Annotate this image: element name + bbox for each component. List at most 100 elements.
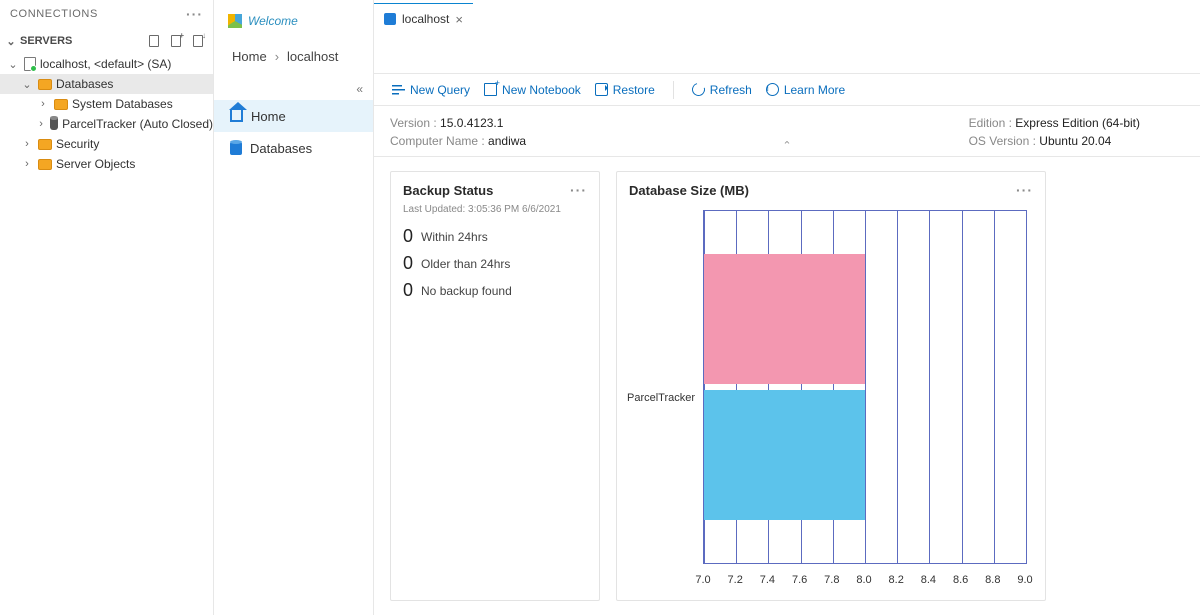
tree-security[interactable]: › Security: [0, 134, 213, 154]
chevron-right-icon: ›: [275, 49, 279, 64]
database-icon: [50, 118, 58, 130]
tree-system-databases[interactable]: › System Databases: [0, 94, 213, 114]
tab-welcome[interactable]: Welcome: [218, 4, 308, 36]
new-notebook-button[interactable]: New Notebook: [480, 79, 585, 101]
chevron-right-icon: ›: [20, 158, 34, 170]
nav-databases-label: Databases: [250, 141, 312, 156]
learn-more-button[interactable]: iLearn More: [762, 79, 849, 101]
database-size-chart: ParcelTracker 7.07.27.47.67.88.08.28.48.…: [627, 210, 1035, 586]
chevron-down-icon: ⌄: [20, 78, 34, 91]
chart-gridline: [1026, 211, 1027, 563]
nav-databases[interactable]: Databases: [214, 132, 373, 164]
collapse-nav-icon[interactable]: «: [214, 76, 373, 98]
servers-section-header[interactable]: ⌄ SERVERS: [0, 28, 213, 54]
databases-label: Databases: [56, 77, 113, 91]
chart-x-tick: 7.8: [824, 574, 839, 586]
tree-server-objects[interactable]: › Server Objects: [0, 154, 213, 174]
home-icon: [230, 110, 243, 122]
chevron-down-icon: ⌄: [4, 35, 18, 48]
new-query-button[interactable]: New Query: [388, 79, 474, 101]
servers-label: SERVERS: [20, 35, 72, 47]
server-objects-label: Server Objects: [56, 157, 135, 171]
card-menu-icon[interactable]: ···: [570, 182, 587, 198]
refresh-icon: [689, 81, 707, 99]
close-icon[interactable]: ×: [455, 12, 463, 27]
user-db-label: ParcelTracker (Auto Closed): [62, 117, 213, 131]
chevron-right-icon: ›: [36, 98, 50, 110]
notebook-icon: [484, 83, 497, 96]
chart-x-tick: 9.0: [1017, 574, 1032, 586]
connections-header: CONNECTIONS ···: [0, 0, 213, 28]
chart-gridline: [929, 211, 930, 563]
nav-home[interactable]: Home: [214, 100, 373, 132]
dbsize-title: Database Size (MB): [629, 183, 749, 198]
chart-x-tick: 8.0: [856, 574, 871, 586]
backup-row: 0 No backup found: [391, 277, 599, 304]
chart-bar-segment-b: [704, 254, 865, 384]
folder-icon: [38, 139, 52, 150]
crumb-current[interactable]: localhost: [287, 49, 338, 64]
chevron-up-icon[interactable]: ⌃: [782, 139, 791, 152]
restore-button[interactable]: Restore: [591, 79, 659, 101]
new-notebook-label: New Notebook: [502, 83, 581, 97]
backup-row: 0Within 24hrs: [391, 223, 599, 250]
backup-label: No backup found: [421, 284, 512, 298]
breadcrumb: Home › localhost: [214, 36, 373, 76]
chart-x-tick: 7.4: [760, 574, 775, 586]
dashboard-toolbar: New Query New Notebook Restore Refresh i…: [374, 73, 1200, 106]
tree-databases-node[interactable]: ⌄ Databases: [0, 74, 213, 94]
version-key: Version :: [390, 116, 437, 130]
import-icon[interactable]: [191, 34, 205, 48]
chart-y-category: ParcelTracker: [627, 392, 695, 404]
card-menu-icon[interactable]: ···: [1016, 182, 1033, 198]
chart-x-tick: 8.8: [985, 574, 1000, 586]
server-tab-icon: [384, 13, 396, 25]
crumb-home[interactable]: Home: [232, 49, 267, 64]
backup-label: Older than 24hrs: [421, 257, 510, 271]
chart-gridline: [962, 211, 963, 563]
os-key: OS Version :: [969, 134, 1036, 148]
computer-value: andiwa: [488, 134, 526, 148]
chart-gridline: [994, 211, 995, 563]
backup-count: 0: [403, 280, 413, 301]
learn-more-label: Learn More: [784, 83, 845, 97]
os-value: Ubuntu 20.04: [1039, 134, 1111, 148]
tab-localhost[interactable]: localhost ×: [374, 3, 473, 35]
chart-x-tick: 8.2: [889, 574, 904, 586]
editor-tabs-strip: localhost ×: [374, 0, 1200, 35]
connections-title: CONNECTIONS: [10, 8, 98, 20]
editor-tabs-strip-left: Welcome: [214, 0, 373, 36]
backup-count: 0: [403, 253, 413, 274]
folder-icon: [38, 159, 52, 170]
refresh-button[interactable]: Refresh: [688, 79, 756, 101]
backup-subtitle: Last Updated: 3:05:36 PM 6/6/2021: [391, 200, 599, 223]
backup-status-card: Backup Status ··· Last Updated: 3:05:36 …: [390, 171, 600, 601]
folder-icon: [54, 99, 68, 110]
nav-home-label: Home: [251, 109, 286, 124]
chevron-down-icon: ⌄: [6, 58, 20, 71]
new-connection-icon[interactable]: [147, 34, 161, 48]
folder-icon: [38, 79, 52, 90]
restore-icon: [595, 83, 608, 96]
chevron-right-icon: ›: [36, 118, 46, 130]
tab-welcome-label: Welcome: [248, 14, 298, 28]
chart-gridline: [865, 211, 866, 563]
database-icon: [230, 142, 242, 155]
tree-server-node[interactable]: ⌄ localhost, <default> (SA): [0, 54, 213, 74]
chart-x-tick: 7.0: [695, 574, 710, 586]
refresh-label: Refresh: [710, 83, 752, 97]
new-group-icon[interactable]: [169, 34, 183, 48]
edition-value: Express Edition (64-bit): [1015, 116, 1140, 130]
tree-user-db[interactable]: › ParcelTracker (Auto Closed): [0, 114, 213, 134]
secondary-nav: Welcome Home › localhost « Home Database…: [214, 0, 374, 615]
connections-sidebar: CONNECTIONS ··· ⌄ SERVERS ⌄ localhost, <…: [0, 0, 214, 615]
edition-key: Edition :: [969, 116, 1012, 130]
server-tree: ⌄ localhost, <default> (SA) ⌄ Databases …: [0, 54, 213, 178]
chart-x-tick: 8.4: [921, 574, 936, 586]
connections-more-icon[interactable]: ···: [186, 6, 203, 22]
tab-active-label: localhost: [402, 12, 449, 26]
version-value: 15.0.4123.1: [440, 116, 503, 130]
server-properties: Version : 15.0.4123.1 Computer Name : an…: [374, 106, 1200, 157]
query-icon: [392, 83, 405, 96]
main-content: localhost × New Query New Notebook Resto…: [374, 0, 1200, 615]
